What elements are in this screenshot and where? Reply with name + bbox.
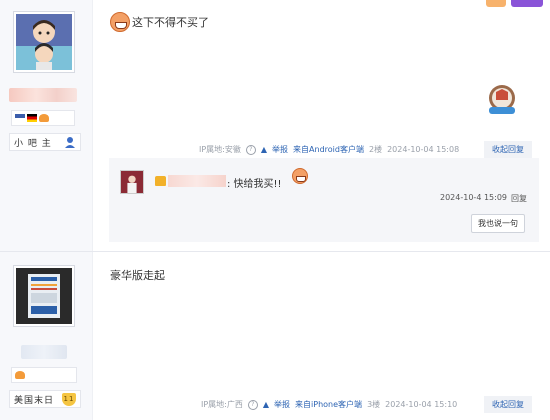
post-time: 2024-10-04 15:08 (387, 145, 460, 154)
collapse-replies-button[interactable]: 收起回复 (484, 396, 532, 413)
level-badge: 11 (62, 392, 76, 406)
post-content: 豪华版走起 (110, 269, 165, 282)
subreply-box: : 快给我买!! 2024-10-4 15:09 回复 我也说一句 (109, 158, 539, 242)
top-emoji-badge (486, 0, 506, 7)
ip-location: IP属地:安徽 (199, 145, 241, 154)
report-link[interactable]: 举报 (272, 144, 288, 155)
reply-text: 这下不得不买了 (110, 12, 209, 32)
reply-content: 这下不得不买了 (132, 16, 209, 29)
warning-icon: ▲ (260, 145, 268, 154)
subreply-username-blurred[interactable] (168, 175, 226, 187)
badge-row (11, 367, 77, 383)
post-time: 2024-10-04 15:10 (385, 400, 458, 409)
question-circle-icon[interactable]: ? (245, 144, 256, 155)
post-meta: IP属地:广西 ? ▲ 举报 来自iPhone客户端 3楼 2024-10-04… (201, 399, 457, 410)
crown-icon (155, 176, 166, 186)
report-link[interactable]: 举报 (274, 399, 290, 410)
author-avatar[interactable] (13, 265, 75, 327)
ip-location: IP属地:广西 (201, 400, 243, 409)
grin-emoji-icon (110, 12, 130, 32)
top-vip-badge[interactable] (511, 0, 543, 7)
collapse-replies-button[interactable]: 收起回复 (484, 141, 532, 158)
author-name-blurred[interactable] (21, 345, 67, 359)
floor-number: 2楼 (368, 145, 383, 154)
subreply-text: : 快给我买!! (227, 179, 282, 190)
product-avatar-image (16, 268, 72, 324)
question-circle-icon[interactable]: ? (247, 399, 258, 410)
user-icon (65, 137, 75, 148)
badge-row (11, 110, 75, 126)
author-avatar[interactable] (13, 11, 75, 73)
subreply-reply-link[interactable]: 回复 (511, 193, 527, 204)
client-source[interactable]: 来自iPhone客户端 (295, 399, 362, 410)
author-name-blurred[interactable] (9, 88, 77, 102)
emoji-badge-icon (39, 114, 49, 122)
say-something-button[interactable]: 我也说一句 (471, 214, 525, 233)
emoji-badge-icon (15, 371, 25, 379)
post-separator (0, 251, 550, 252)
new-member-sticker (485, 83, 519, 117)
subreply-avatar-image (121, 171, 143, 193)
subreply-time: 2024-10-4 15:09 (440, 193, 507, 202)
anime-avatar-image (16, 14, 72, 70)
rank-badge: 小 吧 主 (9, 133, 81, 151)
grin-emoji-icon (292, 168, 308, 184)
client-source[interactable]: 来自Android客户端 (293, 144, 364, 155)
flag-icon (15, 114, 25, 122)
post-meta: IP属地:安徽 ? ▲ 举报 来自Android客户端 2楼 2024-10-0… (199, 144, 459, 155)
warning-icon: ▲ (262, 400, 270, 409)
rank-badge: 美国末日 11 (9, 390, 81, 408)
subreply-avatar[interactable] (120, 170, 144, 194)
floor-number: 3楼 (367, 400, 381, 409)
rank-label: 小 吧 主 (14, 138, 52, 149)
new-member-sticker-icon (489, 85, 515, 114)
rank-label: 美国末日 (14, 395, 55, 406)
flag-icon (27, 114, 37, 122)
sidebar-divider (92, 0, 93, 420)
